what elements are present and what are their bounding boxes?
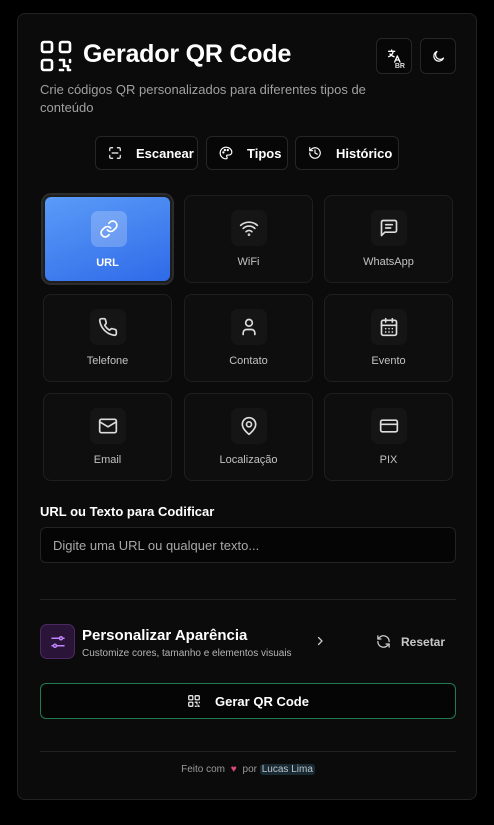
user-icon <box>242 318 256 336</box>
input-label: URL ou Texto para Codificar <box>40 504 215 519</box>
footer: Feito com ♥ por Lucas Lima <box>18 764 478 775</box>
header: Gerador QR Code BR <box>40 38 456 74</box>
sliders-icon <box>50 635 65 648</box>
type-email-label: Email <box>93 454 122 466</box>
type-evento[interactable]: Evento <box>324 294 453 382</box>
link-icon <box>100 220 118 238</box>
heart-icon: ♥ <box>230 764 237 775</box>
history-button-label: Histórico <box>336 145 393 161</box>
author-link[interactable]: Lucas Lima <box>259 764 315 775</box>
reset-button[interactable]: Resetar <box>376 634 445 649</box>
customize-icon-box <box>40 624 75 659</box>
history-icon <box>309 147 321 159</box>
type-contato[interactable]: Contato <box>184 294 313 382</box>
type-telefone[interactable]: Telefone <box>43 294 172 382</box>
generate-qr-button[interactable]: Gerar QR Code <box>40 683 456 719</box>
page-subtitle: Crie códigos QR personalizados para dife… <box>40 82 366 115</box>
translate-icon <box>388 49 401 63</box>
palette-icon <box>219 146 233 160</box>
url-text-input[interactable] <box>40 527 456 563</box>
map-pin-icon <box>241 416 257 436</box>
type-email-icon-box <box>90 408 126 444</box>
mail-icon <box>98 418 118 434</box>
moon-icon <box>432 50 444 62</box>
credit-card-icon <box>379 419 399 433</box>
type-telefone-icon-box <box>90 309 126 345</box>
type-pix-icon-box <box>371 408 407 444</box>
type-url[interactable]: URL <box>43 195 172 283</box>
scan-icon <box>109 147 121 159</box>
type-telefone-label: Telefone <box>86 355 129 367</box>
history-button[interactable]: Histórico <box>295 136 399 170</box>
type-localizacao-icon-box <box>231 408 267 444</box>
footer-by: por <box>242 764 257 775</box>
message-icon <box>380 219 398 237</box>
customize-appearance-toggle[interactable]: Personalizar Aparência Customize cores, … <box>40 624 330 660</box>
calendar-icon <box>380 317 398 337</box>
type-evento-icon-box <box>371 309 407 345</box>
phone-icon <box>98 317 118 337</box>
language-badge: BR <box>394 63 405 70</box>
type-whatsapp-label: WhatsApp <box>363 256 414 268</box>
chevron-right-icon <box>317 636 323 646</box>
customize-title: Personalizar Aparência <box>82 627 248 644</box>
type-contato-label: Contato <box>229 355 268 367</box>
qr-code-logo-icon <box>40 40 72 72</box>
type-evento-label: Evento <box>371 355 406 367</box>
qr-code-icon <box>188 695 200 707</box>
type-whatsapp[interactable]: WhatsApp <box>324 195 453 283</box>
scan-button-label: Escanear <box>136 145 194 161</box>
type-pix[interactable]: PIX <box>324 393 453 481</box>
generator-card: Gerador QR Code BR Crie códigos QR perso… <box>17 13 477 800</box>
divider <box>40 599 456 600</box>
type-url-label: URL <box>96 257 119 269</box>
reset-label: Resetar <box>401 634 446 649</box>
language-button[interactable]: BR <box>376 38 412 74</box>
type-localizacao[interactable]: Localização <box>184 393 313 481</box>
types-button[interactable]: Tipos <box>206 136 288 170</box>
page-title: Gerador QR Code <box>83 40 292 68</box>
types-button-label: Tipos <box>247 145 282 161</box>
scan-button[interactable]: Escanear <box>95 136 198 170</box>
type-whatsapp-icon-box <box>371 210 407 246</box>
footer-prefix: Feito com <box>181 764 226 775</box>
type-wifi-icon-box <box>231 210 267 246</box>
type-contato-icon-box <box>231 309 267 345</box>
type-url-icon-box <box>91 211 127 247</box>
customize-subtitle: Customize cores, tamanho e elementos vis… <box>82 648 292 659</box>
type-localizacao-label: Localização <box>219 454 278 466</box>
generate-label: Gerar QR Code <box>215 693 309 709</box>
type-wifi-label: WiFi <box>237 256 260 268</box>
wifi-icon <box>239 221 259 236</box>
theme-toggle-button[interactable] <box>420 38 456 74</box>
type-pix-label: PIX <box>379 454 398 466</box>
divider <box>40 751 456 752</box>
type-wifi[interactable]: WiFi <box>184 195 313 283</box>
type-email[interactable]: Email <box>43 393 172 481</box>
refresh-icon <box>377 635 390 648</box>
